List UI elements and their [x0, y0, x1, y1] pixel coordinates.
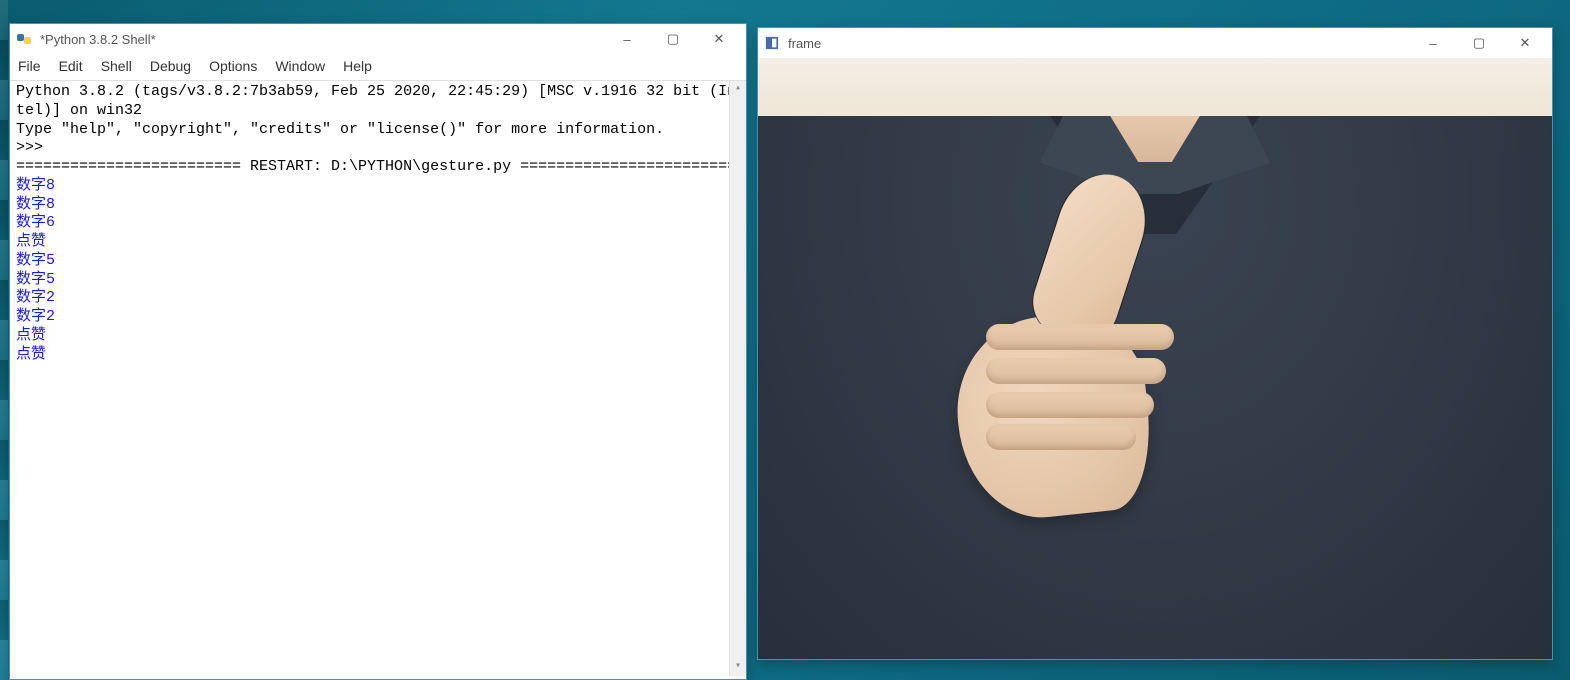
hand-thumb: [1024, 163, 1158, 351]
idle-scrollbar[interactable]: ▴ ▾: [729, 81, 746, 676]
menu-debug[interactable]: Debug: [150, 58, 191, 74]
idle-titlebar[interactable]: *Python 3.8.2 Shell* – ▢ ✕: [10, 24, 746, 54]
hand-palm: [948, 307, 1158, 526]
maximize-button[interactable]: ▢: [650, 24, 696, 54]
frame-title-text: frame: [788, 36, 1410, 51]
hand-gesture: [918, 166, 1198, 526]
python-icon: [16, 31, 32, 47]
output-line: 数字5: [16, 252, 55, 269]
output-line: 数字2: [16, 289, 55, 306]
prompt: >>>: [16, 139, 52, 156]
restart-line: ========================= RESTART: D:\PY…: [16, 158, 736, 175]
idle-window-controls: – ▢ ✕: [604, 24, 742, 54]
idle-title-text: *Python 3.8.2 Shell*: [40, 32, 604, 47]
python-shell-window: *Python 3.8.2 Shell* – ▢ ✕ File Edit She…: [9, 23, 747, 680]
menu-options[interactable]: Options: [209, 58, 257, 74]
output-line: 点赞: [16, 233, 46, 250]
output-line: 数字5: [16, 271, 55, 288]
idle-menubar: File Edit Shell Debug Options Window Hel…: [10, 54, 746, 81]
idle-shell-output[interactable]: Python 3.8.2 (tags/v3.8.2:7b3ab59, Feb 2…: [10, 81, 746, 676]
menu-shell[interactable]: Shell: [101, 58, 132, 74]
camera-feed: [758, 58, 1552, 659]
menu-file[interactable]: File: [18, 58, 41, 74]
minimize-button[interactable]: –: [604, 24, 650, 54]
scroll-up-icon[interactable]: ▴: [730, 81, 746, 98]
output-line: 数字6: [16, 214, 55, 231]
opencv-window-icon: [764, 35, 780, 51]
output-line: 数字8: [16, 196, 55, 213]
frame-window-controls: – ▢ ✕: [1410, 28, 1548, 58]
desktop-edge: [0, 0, 8, 680]
output-line: 点赞: [16, 327, 46, 344]
banner-line: Python 3.8.2 (tags/v3.8.2:7b3ab59, Feb 2…: [16, 83, 736, 100]
output-line: 点赞: [16, 346, 46, 363]
menu-window[interactable]: Window: [275, 58, 325, 74]
maximize-button[interactable]: ▢: [1456, 28, 1502, 58]
scroll-down-icon[interactable]: ▾: [730, 659, 746, 676]
minimize-button[interactable]: –: [1410, 28, 1456, 58]
close-button[interactable]: ✕: [1502, 28, 1548, 58]
output-line: 数字8: [16, 177, 55, 194]
output-line: 数字2: [16, 308, 55, 325]
menu-edit[interactable]: Edit: [59, 58, 83, 74]
banner-line: Type "help", "copyright", "credits" or "…: [16, 121, 664, 138]
frame-titlebar[interactable]: frame – ▢ ✕: [758, 28, 1552, 58]
camera-frame-window: frame – ▢ ✕: [757, 27, 1553, 660]
close-button[interactable]: ✕: [696, 24, 742, 54]
menu-help[interactable]: Help: [343, 58, 372, 74]
banner-line: tel)] on win32: [16, 102, 142, 119]
